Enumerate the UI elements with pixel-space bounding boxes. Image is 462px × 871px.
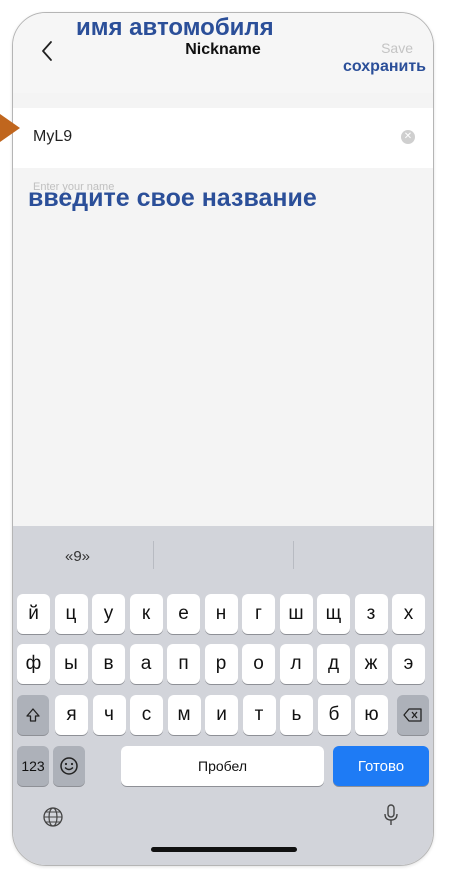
key-п[interactable]: п	[167, 644, 200, 684]
key-х[interactable]: х	[392, 594, 425, 634]
suggestion-bar: «9»	[13, 526, 433, 584]
phone-screen: Nickname Save MyL9 ✕ Enter your name «9»…	[12, 12, 434, 866]
key-к[interactable]: к	[129, 594, 163, 634]
key-м[interactable]: м	[167, 695, 201, 735]
key-и[interactable]: и	[205, 695, 238, 735]
suggestion-divider	[153, 541, 154, 569]
globe-icon[interactable]	[39, 803, 67, 831]
key-н[interactable]: н	[204, 594, 238, 634]
key-е[interactable]: е	[167, 594, 200, 634]
emoji-key[interactable]	[53, 746, 85, 786]
key-э[interactable]: э	[392, 644, 425, 684]
key-й[interactable]: й	[17, 594, 50, 634]
key-щ[interactable]: щ	[317, 594, 350, 634]
key-я[interactable]: я	[55, 695, 88, 735]
key-у[interactable]: у	[92, 594, 125, 634]
key-ы[interactable]: ы	[54, 644, 88, 684]
home-indicator	[151, 847, 297, 852]
page-title: Nickname	[185, 41, 261, 58]
shift-icon	[26, 708, 40, 722]
key-д[interactable]: д	[317, 644, 350, 684]
clear-icon[interactable]: ✕	[401, 130, 415, 144]
key-ц[interactable]: ц	[54, 594, 88, 634]
backspace-icon	[403, 708, 422, 722]
nickname-input[interactable]: MyL9 ✕	[13, 108, 433, 168]
keyboard: «9» йцукенгшщзх фывапролджэ ячсмитьбю 12…	[13, 526, 433, 865]
key-ю[interactable]: ю	[355, 695, 388, 735]
space-key[interactable]: Пробел	[121, 746, 324, 786]
annotation-save: сохранить	[343, 58, 427, 75]
annotation-car-name: имя автомобиля	[76, 14, 274, 41]
key-ь[interactable]: ь	[280, 695, 313, 735]
key-г[interactable]: г	[242, 594, 275, 634]
backspace-key[interactable]	[397, 695, 429, 735]
suggestion-item[interactable]: «9»	[65, 548, 90, 565]
save-button[interactable]: Save	[381, 40, 413, 56]
key-р[interactable]: р	[204, 644, 238, 684]
done-key[interactable]: Готово	[333, 746, 429, 786]
microphone-icon[interactable]	[377, 801, 405, 829]
shift-key[interactable]	[17, 695, 49, 735]
key-а[interactable]: а	[129, 644, 163, 684]
key-з[interactable]: з	[354, 594, 388, 634]
nickname-value: MyL9	[33, 128, 73, 145]
key-б[interactable]: б	[317, 695, 351, 735]
annotation-enter-name: введите свое название	[28, 184, 317, 212]
key-в[interactable]: в	[92, 644, 125, 684]
key-ж[interactable]: ж	[354, 644, 388, 684]
key-т[interactable]: т	[242, 695, 276, 735]
emoji-icon	[60, 757, 78, 775]
pointer-arrow	[0, 114, 20, 142]
key-о[interactable]: о	[242, 644, 275, 684]
key-ф[interactable]: ф	[17, 644, 50, 684]
key-с[interactable]: с	[130, 695, 163, 735]
key-л[interactable]: л	[279, 644, 313, 684]
key-ч[interactable]: ч	[92, 695, 126, 735]
numbers-key[interactable]: 123	[17, 746, 49, 786]
key-ш[interactable]: ш	[279, 594, 313, 634]
suggestion-divider	[293, 541, 294, 569]
